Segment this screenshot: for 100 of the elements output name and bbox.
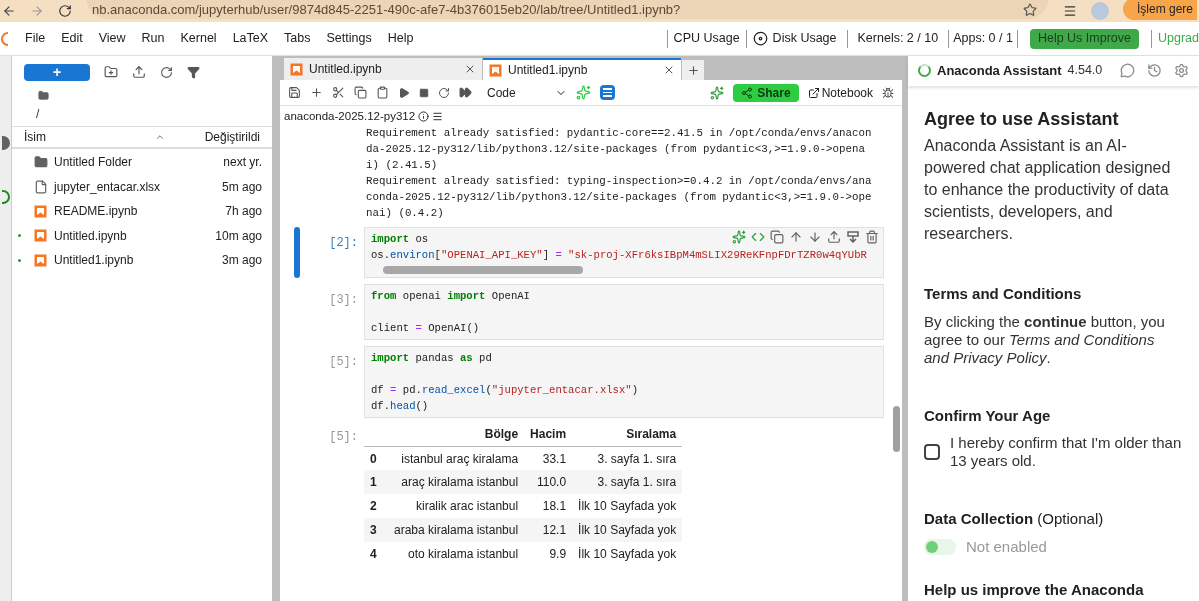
data-collection-heading: Data Collection [924,509,1034,527]
notebook-tab[interactable]: Untitled.ipynb [284,58,482,80]
assistant-logo-icon [918,64,931,78]
table-cell: istanbul araç kiralama [388,446,525,471]
address-bar[interactable]: nb.anaconda.com/jupyterhub/user/9874d845-2251-490c-afe7-4b376015eb20/lab/tree/Untitled1.ipynb? [86,0,1049,19]
menu-item[interactable]: Edit [54,29,90,48]
assistant-title: Anaconda Assistant [937,62,1062,80]
column-header: Bölge [388,422,525,447]
sort-icon[interactable] [154,132,165,142]
move-down-icon[interactable] [808,230,822,245]
stop-icon[interactable] [419,87,429,98]
new-tab-button[interactable] [682,60,704,80]
breadcrumb-path[interactable]: / [12,101,272,127]
age-checkbox[interactable] [924,443,940,460]
back-icon[interactable] [2,4,16,18]
settings-icon[interactable] [1174,63,1189,79]
age-label: I hereby confirm that I'm older than 13 years old. [950,433,1183,470]
copy-icon[interactable] [354,86,367,99]
help-us-improve-button[interactable]: Help Us Improve [1029,28,1139,49]
folder-icon [34,155,48,170]
code-editor[interactable]: from openai import OpenAI client = OpenAI() [364,284,884,341]
table-cell: oto kiralama istanbul [388,542,525,567]
notebook-icon [290,62,303,76]
filter-icon[interactable] [187,65,200,79]
table-cell: araba kiralama istanbul [388,518,525,543]
column-header[interactable]: İsim [24,128,155,146]
assistant-description: Anaconda Assistant is an AI-powered chat application designed to enhance the productivity of data scientists, developers, and researchers. [924,135,1172,244]
optional-label: (Optional) [1037,509,1104,527]
menu-item[interactable]: LaTeX [225,29,276,48]
row-index: 3 [364,518,388,543]
run-all-icon[interactable] [459,86,472,99]
directory-entry[interactable]: Untitled.ipynb 10m ago [12,223,272,248]
table-cell: 110.0 [524,470,573,495]
menu-item[interactable]: Kernel [173,29,224,48]
move-up-icon[interactable] [789,230,803,245]
bookmark-icon[interactable] [1022,3,1037,17]
notebook-icon [34,204,47,218]
refresh-icon[interactable] [160,65,173,79]
new-folder-icon[interactable] [104,65,118,79]
add-cell-icon[interactable] [310,86,323,99]
cell-output: Requirement already satisfied: pydantic-core==2.41.5 in /opt/conda/envs/anacon da-2025.12-py312/lib/python3.12/site-packages (from pydantic<3,>=1.9.0->opena i) (2.41.5) Requirement already satisfied: typing-inspection>=0.4.2 in /opt/conda/envs/ana conda-2025.12-py312/lib/python3.12/site-packages (from pydantic<3,>=1.9.0->ope nai) (0.4.2) [366,126,873,222]
new-launcher-button[interactable]: + [24,63,90,81]
terms-text: By clicking the continue button, you agree to our Terms and Conditions and Privacy Policy. [924,313,1166,367]
menu-item[interactable]: Tabs [277,29,318,48]
cell-type-dropdown[interactable]: Code [487,83,567,102]
directory-entry[interactable]: README.ipynb 7h ago [12,199,272,224]
notebook-scrollbar[interactable] [893,406,900,452]
reload-icon[interactable] [58,4,72,18]
menu-item[interactable]: View [91,29,133,48]
close-icon[interactable] [663,64,675,76]
notebook-icon [489,63,502,77]
directory-entry[interactable]: jupyter_entacar.xlsx 5m ago [12,174,272,199]
duplicate-icon[interactable] [770,230,784,245]
agreement-heading: Agree to use Assistant [924,107,1120,131]
horizontal-scrollbar[interactable] [383,266,583,275]
debugger-icon[interactable] [882,86,894,99]
directory-entry[interactable]: Untitled Folder next yr. [12,150,272,175]
row-index: 0 [364,446,388,471]
external-link-icon [807,86,820,99]
apps-count: Apps: 0 / 1 [953,30,1013,48]
insert-below-icon[interactable] [846,230,860,245]
notebook-button[interactable]: Notebook [807,83,873,102]
terms-heading: Terms and Conditions [924,283,1083,304]
paste-icon[interactable] [376,86,389,99]
close-icon[interactable] [464,63,476,75]
history-icon[interactable] [1147,63,1162,79]
info-icon[interactable] [418,111,430,123]
status-ring-icon[interactable] [1,190,10,204]
delete-icon[interactable] [865,230,879,245]
insert-above-icon[interactable] [827,230,841,245]
action-button[interactable]: İşlem gere [1122,0,1197,20]
cpu-usage: CPU Usage [673,30,740,48]
run-icon[interactable] [398,86,410,99]
chat-icon[interactable] [1120,63,1135,79]
code-editor[interactable]: import os os.environ["OPENAI_API_KEY"] = "sk-proj-XFr6ksIBpM4mSLIX29ReKFnpFDrTZR0w4qYUbR [364,227,884,279]
menu-icon[interactable] [432,111,444,123]
property-inspector-icon[interactable] [600,85,615,100]
upload-icon[interactable] [132,65,146,79]
notebook-tab[interactable]: Untitled1.ipynb [483,58,681,80]
share-icon [741,86,754,99]
code-editor[interactable]: import pandas as pd df = pd.read_excel("jupyter_entacar.xlsx") df.head() [364,346,884,419]
notebook-icon [34,253,47,267]
folder-icon[interactable] [38,90,49,101]
table-cell: 3. sayfa 1. sıra [572,470,683,495]
menu-item[interactable]: Settings [319,29,379,48]
data-toggle[interactable] [924,539,956,556]
directory-entry[interactable]: Untitled1.ipynb 3m ago [12,248,272,273]
sparkle-icon[interactable] [710,85,725,100]
menu-item[interactable]: Run [134,29,172,48]
sparkle-icon[interactable] [732,230,746,245]
save-icon[interactable] [288,86,301,99]
table-cell: 3. sayfa 1. sıra [572,446,683,471]
column-header[interactable]: Değiştirildi [204,128,260,146]
cut-icon[interactable] [332,86,345,99]
menu-item[interactable]: Help [380,29,421,48]
restart-icon[interactable] [438,86,450,99]
table-cell: İlk 10 Sayfada yok [572,542,683,567]
share-button[interactable]: Share [733,83,799,102]
age-heading: Confirm Your Age [924,406,1052,426]
menu-item[interactable]: File [18,29,53,48]
